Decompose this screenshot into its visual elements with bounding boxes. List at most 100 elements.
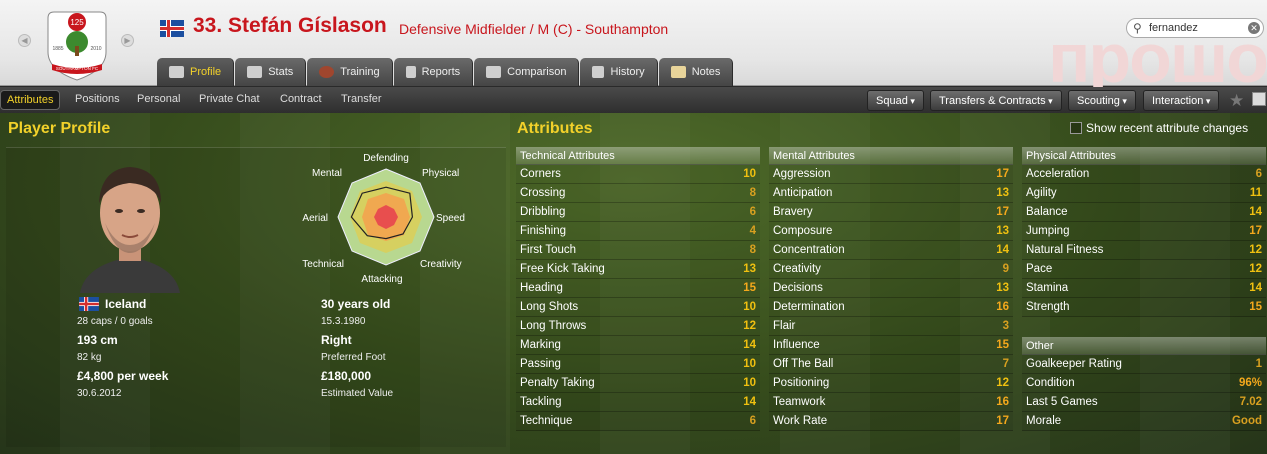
transfers-contracts-menu[interactable]: Transfers & Contracts: [930, 90, 1062, 111]
attribute-row[interactable]: Long Shots 10: [516, 298, 760, 317]
attribute-row[interactable]: Concentration 14: [769, 241, 1013, 260]
attribute-row[interactable]: Stamina 14: [1022, 279, 1266, 298]
tab-label: History: [610, 66, 645, 78]
attribute-row[interactable]: Anticipation 13: [769, 184, 1013, 203]
tab-profile[interactable]: Profile: [157, 58, 235, 86]
checkbox-icon[interactable]: [1070, 122, 1082, 134]
player-profile-title: Player Profile: [8, 120, 111, 137]
attribute-row[interactable]: Last 5 Games 7.02: [1022, 393, 1266, 412]
tab-stats[interactable]: Stats: [235, 58, 307, 86]
attribute-row[interactable]: Agility 11: [1022, 184, 1266, 203]
subtab-private-chat[interactable]: Private Chat: [193, 90, 266, 110]
attribute-row[interactable]: Balance 14: [1022, 203, 1266, 222]
clear-search-icon[interactable]: ✕: [1248, 22, 1260, 34]
attribute-row[interactable]: Technique 6: [516, 412, 760, 431]
attribute-row[interactable]: Corners 10: [516, 165, 760, 184]
tab-label: Comparison: [507, 66, 567, 78]
tab-comparison[interactable]: Comparison: [474, 58, 580, 86]
attribute-row[interactable]: Positioning 12: [769, 374, 1013, 393]
back-arrow-icon[interactable]: ◀: [18, 34, 31, 47]
attribute-row[interactable]: Dribbling 6: [516, 203, 760, 222]
attribute-value: 15: [1249, 301, 1262, 313]
interaction-menu[interactable]: Interaction: [1143, 90, 1220, 111]
show-recent-changes-checkbox[interactable]: Show recent attribute changes: [1070, 121, 1248, 135]
attribute-group-header: Physical Attributes: [1022, 147, 1266, 165]
attribute-row[interactable]: Marking 14: [516, 336, 760, 355]
attribute-name: Balance: [1026, 206, 1068, 218]
attribute-row[interactable]: Acceleration 6: [1022, 165, 1266, 184]
tab-label: Profile: [190, 66, 222, 78]
subtab-attributes[interactable]: Attributes: [0, 90, 61, 110]
attribute-row[interactable]: Goalkeeper Rating 1: [1022, 355, 1266, 374]
attribute-row[interactable]: Work Rate 17: [769, 412, 1013, 431]
attribute-row[interactable]: Condition 96%: [1022, 374, 1266, 393]
radar-label-attacking: Attacking: [361, 274, 402, 285]
crest-year-left: 1885: [52, 46, 63, 52]
attribute-row[interactable]: Long Throws 12: [516, 317, 760, 336]
tab-label: Stats: [268, 66, 294, 78]
attribute-name: Dribbling: [520, 206, 566, 218]
wage: £4,800 per week: [77, 369, 169, 383]
attribute-row[interactable]: Pace 12: [1022, 260, 1266, 279]
tab-reports[interactable]: Reports: [393, 58, 474, 86]
attribute-row[interactable]: Aggression 17: [769, 165, 1013, 184]
crest-year-right: 2010: [90, 46, 101, 52]
subtab-transfer[interactable]: Transfer: [335, 90, 388, 110]
attribute-value: 4: [749, 225, 756, 237]
scouting-menu[interactable]: Scouting: [1068, 90, 1136, 111]
squad-menu[interactable]: Squad: [867, 90, 924, 111]
iceland-flag-icon: [79, 297, 99, 311]
star-icon[interactable]: ★: [1229, 91, 1244, 111]
attribute-row[interactable]: Free Kick Taking 13: [516, 260, 760, 279]
club-crest-icon[interactable]: 125 1885 2010 SOUTHAMPTON FC: [44, 8, 110, 82]
attribute-row[interactable]: Off The Ball 7: [769, 355, 1013, 374]
attribute-value: 10: [743, 168, 756, 180]
tab-notes[interactable]: Notes: [658, 58, 734, 86]
attribute-row[interactable]: Creativity 9: [769, 260, 1013, 279]
age: 30 years old: [321, 297, 391, 311]
attribute-row[interactable]: Determination 16: [769, 298, 1013, 317]
attribute-row[interactable]: Heading 15: [516, 279, 760, 298]
attribute-row[interactable]: Strength 15: [1022, 298, 1266, 317]
attribute-row[interactable]: Influence 15: [769, 336, 1013, 355]
attribute-value: 17: [996, 168, 1009, 180]
attribute-row[interactable]: Penalty Taking 10: [516, 374, 760, 393]
notebook-icon[interactable]: [1252, 92, 1266, 106]
attribute-row[interactable]: Tackling 14: [516, 393, 760, 412]
attribute-row[interactable]: Teamwork 16: [769, 393, 1013, 412]
attribute-row[interactable]: Bravery 17: [769, 203, 1013, 222]
notes-icon: [670, 66, 686, 78]
attribute-value: 14: [743, 396, 756, 408]
attribute-group-header: Technical Attributes: [516, 147, 760, 165]
attribute-name: Determination: [773, 301, 845, 313]
attribute-row[interactable]: Passing 10: [516, 355, 760, 374]
attribute-name: Condition: [1026, 377, 1075, 389]
attribute-row[interactable]: First Touch 8: [516, 241, 760, 260]
attribute-row[interactable]: Morale Good: [1022, 412, 1266, 431]
subtab-personal[interactable]: Personal: [131, 90, 186, 110]
attribute-row[interactable]: Decisions 13: [769, 279, 1013, 298]
tab-history[interactable]: History: [580, 58, 658, 86]
subtab-contract[interactable]: Contract: [274, 90, 328, 110]
attribute-row[interactable]: Composure 13: [769, 222, 1013, 241]
forward-arrow-icon[interactable]: ▶: [121, 34, 134, 47]
subtab-positions[interactable]: Positions: [69, 90, 126, 110]
player-header: прошо ◀ ▶ 125 1885 2010 SOUTHAMPTON FC 3…: [0, 0, 1267, 97]
attribute-name: Heading: [520, 282, 563, 294]
attribute-name: Off The Ball: [773, 358, 834, 370]
attribute-row[interactable]: Crossing 8: [516, 184, 760, 203]
attribute-row[interactable]: Jumping 17: [1022, 222, 1266, 241]
player-role-club[interactable]: Defensive Midfielder / M (C) - Southampt…: [399, 21, 668, 37]
search-input[interactable]: ⚲ fernandez ✕: [1126, 18, 1264, 38]
tab-training[interactable]: Training: [307, 58, 393, 86]
main-panel: Player Profile Defending Physical Speed …: [0, 113, 1267, 454]
attribute-name: Long Shots: [520, 301, 579, 313]
tab-label: Reports: [421, 66, 461, 78]
attribute-row[interactable]: Finishing 4: [516, 222, 760, 241]
attribute-row[interactable]: Natural Fitness 12: [1022, 241, 1266, 260]
attribute-name: Natural Fitness: [1026, 244, 1104, 256]
attribute-value: 12: [1249, 244, 1262, 256]
nation[interactable]: Iceland: [105, 297, 146, 311]
attribute-row[interactable]: Flair 3: [769, 317, 1013, 336]
attribute-name: Morale: [1026, 415, 1062, 427]
